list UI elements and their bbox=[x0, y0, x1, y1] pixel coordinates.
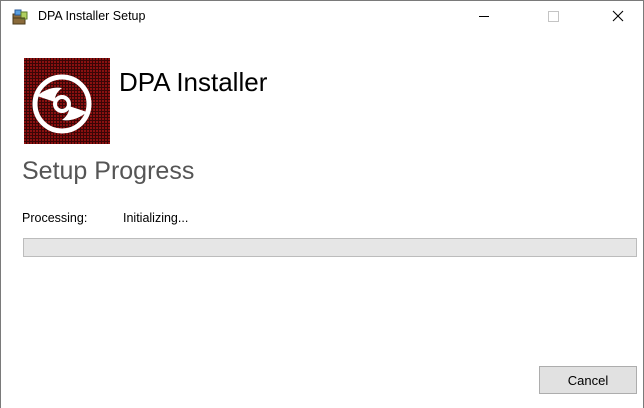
title-bar[interactable]: DPA Installer Setup bbox=[1, 1, 643, 31]
minimize-button[interactable] bbox=[461, 1, 507, 31]
processing-label: Processing: bbox=[22, 211, 88, 225]
progress-bar bbox=[23, 238, 637, 257]
product-title: DPA Installer bbox=[119, 67, 268, 97]
installer-window: DPA Installer Setup DPA Installer Setup … bbox=[0, 0, 644, 408]
maximize-button[interactable] bbox=[530, 1, 576, 31]
cancel-button[interactable]: Cancel bbox=[539, 366, 637, 394]
installer-app-icon bbox=[11, 8, 29, 26]
maximize-icon bbox=[548, 11, 559, 22]
processing-status: Initializing... bbox=[123, 211, 189, 225]
disc-icon bbox=[24, 58, 110, 144]
close-icon bbox=[612, 10, 624, 22]
window-title: DPA Installer Setup bbox=[38, 9, 146, 23]
product-logo bbox=[24, 58, 110, 144]
minimize-icon bbox=[479, 16, 489, 17]
close-button[interactable] bbox=[595, 1, 641, 31]
page-title: Setup Progress bbox=[22, 157, 195, 185]
